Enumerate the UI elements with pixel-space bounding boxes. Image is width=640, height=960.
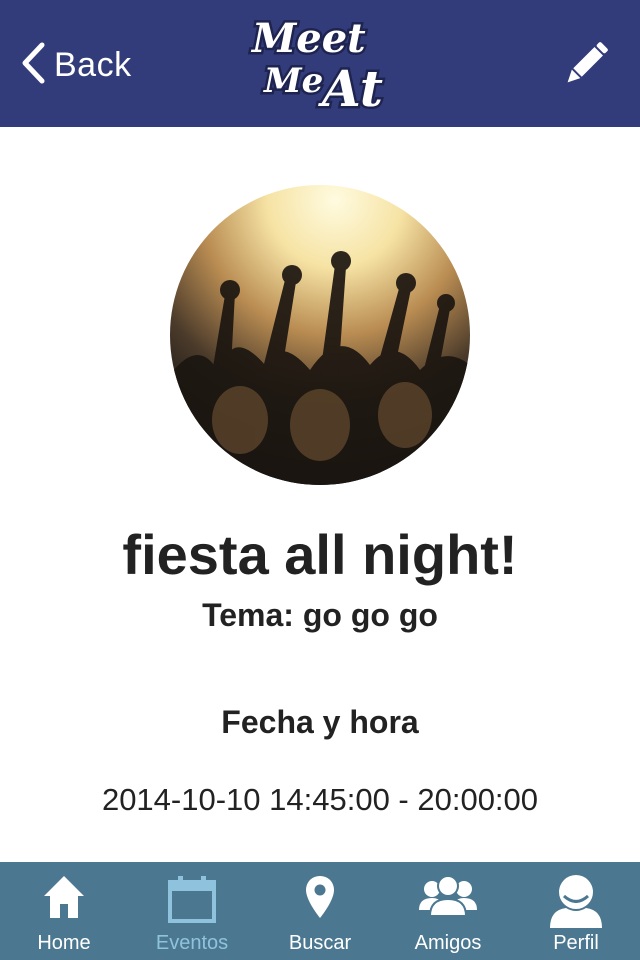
tab-amigos-label: Amigos: [414, 932, 482, 954]
back-button[interactable]: Back: [20, 40, 132, 90]
logo-text-3: At: [318, 59, 383, 118]
friends-icon: [418, 874, 478, 925]
edit-button[interactable]: [562, 40, 610, 88]
tab-perfil[interactable]: Perfil: [512, 862, 640, 960]
logo-text-2: Me: [263, 61, 323, 101]
tab-perfil-label: Perfil: [553, 932, 599, 954]
app-logo: Meet Me At: [242, 10, 398, 121]
event-title: fiesta all night!: [122, 523, 518, 586]
event-theme: Tema: go go go: [202, 597, 438, 633]
user-icon: [548, 874, 604, 933]
logo-text-1: Meet: [250, 15, 366, 62]
tab-home[interactable]: Home: [0, 862, 128, 960]
tab-buscar[interactable]: Buscar: [256, 862, 384, 960]
tab-amigos[interactable]: Amigos: [384, 862, 512, 960]
date-value: 2014-10-10 14:45:00 - 20:00:00: [101, 782, 539, 817]
calendar-icon: [167, 874, 217, 929]
date-heading: Fecha y hora: [221, 704, 419, 740]
map-pin-icon: [304, 874, 336, 925]
tab-bar: Home Eventos Buscar Amigos Perfil: [0, 862, 640, 960]
navigation-bar: Back Meet Me At: [0, 0, 640, 127]
chevron-left-icon: [20, 42, 46, 89]
tab-eventos[interactable]: Eventos: [128, 862, 256, 960]
event-photo: [170, 185, 470, 485]
pencil-icon: [562, 42, 610, 92]
tab-buscar-label: Buscar: [288, 932, 352, 954]
tab-home-label: Home: [37, 932, 91, 954]
home-icon: [42, 874, 86, 925]
event-detail: fiesta all night! Tema: go go go Fecha y…: [0, 127, 640, 862]
tab-eventos-label: Eventos: [155, 932, 229, 954]
back-button-label: Back: [54, 45, 132, 84]
